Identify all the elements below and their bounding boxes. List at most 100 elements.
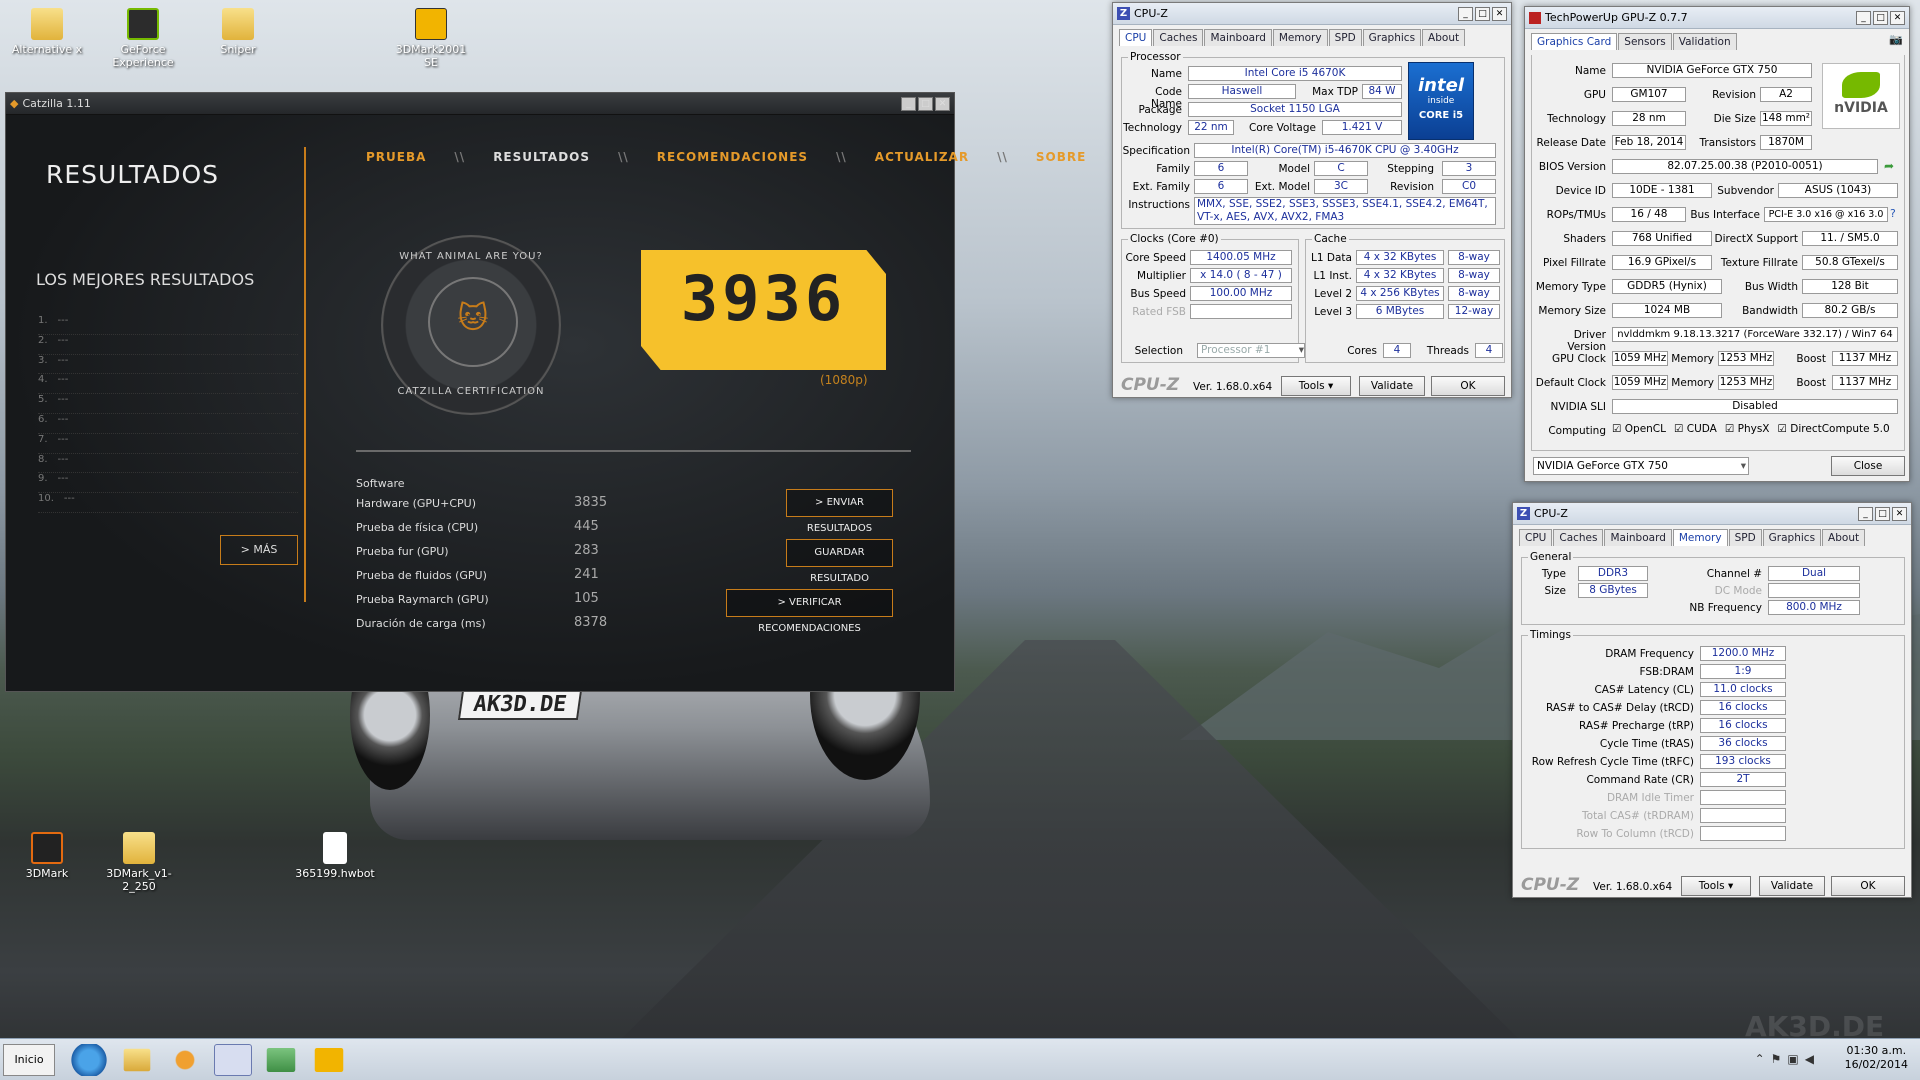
badge-top-text: WHAT ANIMAL ARE YOU? (399, 251, 543, 262)
tab-graphics[interactable]: Graphics (1762, 529, 1822, 546)
desktop-icon-alternative[interactable]: Alternative x (4, 8, 90, 56)
gpu-select[interactable]: NVIDIA GeForce GTX 750 ▾ (1533, 457, 1749, 475)
verify-recommendations-button[interactable]: > VERIFICAR RECOMENDACIONES (726, 589, 893, 634)
validate-button[interactable]: Validate (1359, 376, 1425, 396)
tools-button[interactable]: Tools ▾ (1281, 376, 1351, 396)
chevron-down-icon: ▾ (1727, 880, 1734, 892)
tab-validation[interactable]: Validation (1672, 33, 1737, 50)
tab-cpu[interactable]: CPU (1119, 29, 1153, 46)
codename-value: Haswell (1188, 84, 1296, 99)
tab-about[interactable]: About (1822, 529, 1866, 546)
date: 16/02/2014 (1844, 1058, 1908, 1071)
tab-about[interactable]: About (1422, 29, 1466, 46)
field-label: Specification (1122, 145, 1190, 157)
tools-label: Tools (1298, 380, 1325, 392)
timing-value (1700, 790, 1786, 805)
ok-button[interactable]: OK (1431, 376, 1505, 396)
desktop-icon-3dmark2001[interactable]: 3DMark2001 SE (388, 8, 474, 69)
shaders-value: 768 Unified (1612, 231, 1712, 246)
field-label: Stepping (1387, 163, 1434, 175)
desktop-icon-3dmark-folder[interactable]: 3DMark_v1-2_250 (96, 832, 182, 893)
tab-cpu[interactable]: CPU (1519, 529, 1553, 546)
media-player-icon[interactable] (166, 1044, 204, 1076)
maximize-button[interactable]: □ (1475, 6, 1490, 21)
tools-button[interactable]: Tools ▾ (1681, 876, 1751, 896)
list-item: 1. --- (38, 315, 298, 335)
share-icon[interactable]: ➦ (1884, 159, 1894, 173)
clock[interactable]: 01:30 a.m. 16/02/2014 (1845, 1044, 1908, 1072)
field-label: Memory (1671, 377, 1714, 389)
tab-mainboard[interactable]: Mainboard (1604, 529, 1672, 546)
rops-value: 16 / 48 (1612, 207, 1686, 222)
tab-spd[interactable]: SPD (1328, 29, 1362, 46)
more-button[interactable]: > MÁS (220, 535, 298, 565)
3dmark-taskbar-icon[interactable] (314, 1048, 344, 1072)
minimize-button[interactable]: _ (1458, 6, 1473, 21)
physx-checkbox[interactable]: ☑ PhysX (1725, 423, 1770, 435)
minimize-button[interactable]: _ (901, 96, 916, 111)
selected-processor: Processor #1 (1201, 344, 1271, 356)
cpuz-titlebar[interactable]: Z CPU-Z _ □ ✕ (1513, 503, 1911, 525)
help-icon[interactable]: ? (1890, 207, 1896, 220)
result-value: 241 (574, 567, 599, 582)
maximize-button[interactable]: □ (1875, 506, 1890, 521)
tab-mainboard[interactable]: Mainboard (1204, 29, 1272, 46)
close-button[interactable]: ✕ (935, 96, 950, 111)
save-result-button[interactable]: GUARDAR RESULTADO (786, 539, 893, 584)
nav-resultados[interactable]: RESULTADOS (493, 150, 590, 164)
field-label: Threads (1426, 345, 1469, 357)
nav-sobre[interactable]: SOBRE (1036, 150, 1086, 164)
result-label: Hardware (GPU+CPU) (356, 497, 476, 510)
gpuz-titlebar[interactable]: TechPowerUp GPU-Z 0.7.7 _ □ ✕ (1525, 7, 1909, 29)
minimize-button[interactable]: _ (1856, 10, 1871, 25)
cpuz-taskbar-icon[interactable] (214, 1044, 252, 1076)
desktop-icon-sniper[interactable]: Sniper (195, 8, 281, 56)
cpuz-titlebar[interactable]: Z CPU-Z _ □ ✕ (1113, 3, 1511, 25)
tab-sensors[interactable]: Sensors (1618, 33, 1672, 50)
maximize-button[interactable]: □ (1873, 10, 1888, 25)
close-gpuz-button[interactable]: Close (1831, 456, 1905, 476)
l1-inst-value: 4 x 32 KBytes (1356, 268, 1444, 283)
tab-memory[interactable]: Memory (1672, 529, 1728, 546)
maximize-button[interactable]: □ (918, 96, 933, 111)
nvidia-logo: nVIDIA (1822, 63, 1900, 129)
tab-caches[interactable]: Caches (1153, 29, 1204, 46)
close-button[interactable]: ✕ (1892, 506, 1907, 521)
desktop-icon-geforce[interactable]: GeForce Experience (100, 8, 186, 69)
send-results-button[interactable]: > ENVIAR RESULTADOS (786, 489, 893, 534)
nav-prueba[interactable]: PRUEBA (366, 150, 426, 164)
explorer-icon[interactable] (123, 1048, 151, 1072)
tab-graphics-card[interactable]: Graphics Card (1531, 33, 1618, 50)
ok-button[interactable]: OK (1831, 876, 1905, 896)
tab-caches[interactable]: Caches (1553, 529, 1604, 546)
validate-button[interactable]: Validate (1759, 876, 1825, 896)
cuda-label: CUDA (1686, 423, 1717, 435)
start-button[interactable]: Inicio (3, 1044, 55, 1076)
tab-spd[interactable]: SPD (1728, 529, 1762, 546)
list-item: 8. --- (38, 454, 298, 474)
close-button[interactable]: ✕ (1492, 6, 1507, 21)
threads-value: 4 (1475, 343, 1503, 358)
icon-label: 3DMark (25, 867, 69, 880)
cpuz-icon: Z (1517, 507, 1530, 520)
nav-recomendaciones[interactable]: RECOMENDACIONES (657, 150, 808, 164)
processor-select[interactable]: Processor #1 ▾ (1197, 343, 1305, 358)
nav-actualizar[interactable]: ACTUALIZAR (875, 150, 969, 164)
tab-memory[interactable]: Memory (1272, 29, 1328, 46)
field-label: Revision (1712, 89, 1756, 101)
system-tray[interactable]: ⌃⚑▣◀ (1755, 1052, 1820, 1066)
tab-graphics[interactable]: Graphics (1362, 29, 1422, 46)
minimize-button[interactable]: _ (1858, 506, 1873, 521)
catzilla-titlebar[interactable]: ◆ Catzilla 1.11 _ □ ✕ (6, 93, 954, 115)
desktop-icon-hwbot[interactable]: 365199.hwbot (292, 832, 378, 880)
entry: --- (57, 453, 69, 465)
gpuz-taskbar-icon[interactable] (266, 1048, 296, 1072)
close-button[interactable]: ✕ (1890, 10, 1905, 25)
internet-explorer-icon[interactable] (70, 1044, 108, 1076)
camera-icon[interactable]: 📷 (1889, 33, 1903, 50)
physx-label: PhysX (1737, 423, 1770, 435)
opencl-checkbox[interactable]: ☑ OpenCL (1612, 423, 1666, 435)
directcompute-checkbox[interactable]: ☑ DirectCompute 5.0 (1778, 423, 1890, 435)
desktop-icon-3dmark[interactable]: 3DMark (4, 832, 90, 880)
cuda-checkbox[interactable]: ☑ CUDA (1674, 423, 1717, 435)
